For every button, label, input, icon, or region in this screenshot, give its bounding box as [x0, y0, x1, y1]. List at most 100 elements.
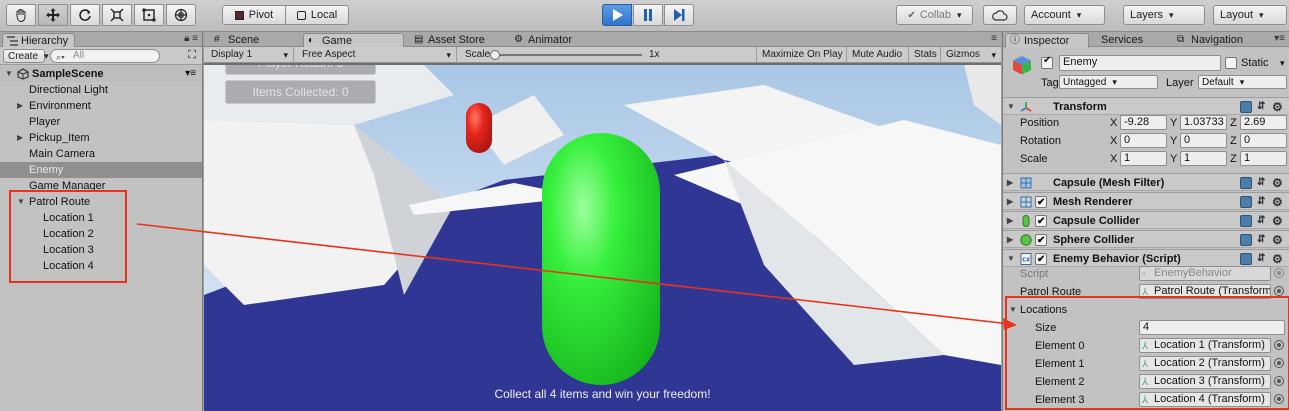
- expand-arrow-icon[interactable]: ▶: [17, 130, 23, 146]
- mesh-renderer-header[interactable]: ▶ Mesh Renderer ⇵ ⚙: [1003, 192, 1289, 212]
- tab-animator[interactable]: ⚙ Animator: [510, 33, 578, 48]
- help-book-icon[interactable]: [1240, 234, 1252, 246]
- expand-arrow-icon[interactable]: ▶: [1007, 231, 1013, 249]
- preset-sliders-icon[interactable]: ⇵: [1257, 215, 1269, 227]
- layout-dropdown[interactable]: Layout: [1213, 5, 1287, 25]
- hierarchy-item[interactable]: Directional Light: [0, 82, 202, 98]
- tag-dropdown[interactable]: Untagged: [1059, 75, 1158, 89]
- scale-slider-thumb[interactable]: [490, 50, 500, 60]
- help-book-icon[interactable]: [1240, 177, 1252, 189]
- tab-asset-store[interactable]: ▤ Asset Store: [410, 33, 491, 48]
- capsule-collider-header[interactable]: ▶ Capsule Collider ⇵ ⚙: [1003, 211, 1289, 231]
- aspect-dropdown[interactable]: Free Aspect: [297, 47, 457, 63]
- scale-tool-button[interactable]: [102, 4, 132, 26]
- axis-y-label[interactable]: Y: [1170, 132, 1177, 150]
- stats-toggle[interactable]: Stats: [909, 47, 941, 63]
- inspector-menu-icon[interactable]: ▾≡: [1274, 33, 1285, 44]
- scale-slider-track[interactable]: [494, 54, 642, 56]
- preset-sliders-icon[interactable]: ⇵: [1257, 177, 1269, 189]
- scale-z-field[interactable]: 1: [1240, 151, 1287, 166]
- axis-x-label[interactable]: X: [1110, 114, 1117, 132]
- tab-hierarchy[interactable]: Hierarchy: [2, 33, 76, 48]
- scene-row[interactable]: ▼ SampleScene ▾≡: [0, 66, 202, 82]
- tab-scene[interactable]: # Scene: [210, 33, 265, 48]
- hierarchy-item[interactable]: Enemy: [0, 162, 202, 178]
- gear-icon[interactable]: ⚙: [1272, 253, 1284, 265]
- gear-icon[interactable]: ⚙: [1272, 215, 1284, 227]
- hierarchy-item[interactable]: ▶ Pickup_Item: [0, 130, 202, 146]
- active-checkbox[interactable]: [1041, 55, 1053, 69]
- gear-icon[interactable]: ⚙: [1272, 101, 1284, 113]
- preset-sliders-icon[interactable]: ⇵: [1257, 234, 1269, 246]
- scale-y-field[interactable]: 1: [1180, 151, 1227, 166]
- hierarchy-item[interactable]: Main Camera: [0, 146, 202, 162]
- local-toggle-button[interactable]: Local: [285, 5, 349, 25]
- tab-inspector[interactable]: ⓘ Inspector: [1005, 33, 1089, 48]
- mute-audio-toggle[interactable]: Mute Audio: [847, 47, 909, 63]
- preset-sliders-icon[interactable]: ⇵: [1257, 101, 1269, 113]
- sphere-collider-enabled-checkbox[interactable]: [1035, 232, 1047, 250]
- help-book-icon[interactable]: [1240, 253, 1252, 265]
- game-viewport[interactable]: Player Health: 3 Items Collected: 0 Coll…: [204, 65, 1001, 411]
- rotate-tool-button[interactable]: [70, 4, 100, 26]
- position-y-field[interactable]: 1.03733: [1180, 115, 1227, 130]
- display-dropdown[interactable]: Display 1: [206, 47, 294, 63]
- position-z-field[interactable]: 2.69: [1240, 115, 1287, 130]
- gear-icon[interactable]: ⚙: [1272, 196, 1284, 208]
- object-picker-icon[interactable]: [1274, 286, 1284, 296]
- expand-arrow-icon[interactable]: ▶: [1007, 212, 1013, 230]
- cloud-button[interactable]: [983, 5, 1017, 25]
- create-dropdown[interactable]: Create: [3, 49, 45, 63]
- account-dropdown[interactable]: Account: [1024, 5, 1105, 25]
- axis-y-label[interactable]: Y: [1170, 150, 1177, 168]
- preset-sliders-icon[interactable]: ⇵: [1257, 253, 1269, 265]
- rect-tool-button[interactable]: [134, 4, 164, 26]
- hierarchy-item[interactable]: Player: [0, 114, 202, 130]
- layer-dropdown[interactable]: Default: [1198, 75, 1287, 89]
- help-book-icon[interactable]: [1240, 215, 1252, 227]
- position-x-field[interactable]: -9.28: [1120, 115, 1167, 130]
- scale-x-field[interactable]: 1: [1120, 151, 1167, 166]
- rotation-y-field[interactable]: 0: [1180, 133, 1227, 148]
- enemy-behavior-enabled-checkbox[interactable]: [1035, 251, 1047, 269]
- transform-header[interactable]: ▼ Transform ⇵ ⚙: [1003, 97, 1289, 115]
- scene-menu-icon[interactable]: ▾≡: [185, 66, 196, 82]
- help-book-icon[interactable]: [1240, 101, 1252, 113]
- axis-z-label[interactable]: Z: [1230, 132, 1237, 150]
- expand-arrow-icon[interactable]: ▶: [17, 98, 23, 114]
- static-dropdown-arrow-icon[interactable]: ▾: [1280, 55, 1285, 71]
- help-book-icon[interactable]: [1240, 196, 1252, 208]
- tab-navigation[interactable]: ⧉ Navigation: [1173, 33, 1249, 48]
- play-button[interactable]: [602, 4, 632, 26]
- mesh-filter-header[interactable]: ▶ Capsule (Mesh Filter) ⇵ ⚙: [1003, 173, 1289, 191]
- expand-arrow-icon[interactable]: ▼: [5, 66, 13, 82]
- capsule-collider-enabled-checkbox[interactable]: [1035, 213, 1047, 231]
- axis-x-label[interactable]: X: [1110, 150, 1117, 168]
- axis-y-label[interactable]: Y: [1170, 114, 1177, 132]
- step-button[interactable]: [664, 4, 694, 26]
- preset-sliders-icon[interactable]: ⇵: [1257, 196, 1269, 208]
- gear-icon[interactable]: ⚙: [1272, 177, 1284, 189]
- pause-button[interactable]: [633, 4, 663, 26]
- gear-icon[interactable]: ⚙: [1272, 234, 1284, 246]
- static-checkbox[interactable]: [1225, 57, 1237, 69]
- tab-services[interactable]: Services: [1083, 33, 1149, 48]
- axis-z-label[interactable]: Z: [1230, 114, 1237, 132]
- panel-menu-icon[interactable]: ≡: [991, 33, 997, 44]
- hand-tool-button[interactable]: [6, 4, 36, 26]
- expand-arrow-icon[interactable]: ▶: [1007, 193, 1013, 211]
- object-name-field[interactable]: Enemy: [1059, 55, 1221, 71]
- expand-arrow-icon[interactable]: ▶: [1007, 174, 1013, 192]
- sphere-collider-header[interactable]: ▶ Sphere Collider ⇵ ⚙: [1003, 230, 1289, 250]
- layers-dropdown[interactable]: Layers: [1123, 5, 1205, 25]
- gizmos-dropdown[interactable]: Gizmos: [941, 47, 1001, 63]
- maximize-on-play-toggle[interactable]: Maximize On Play: [757, 47, 847, 63]
- rotation-z-field[interactable]: 0: [1240, 133, 1287, 148]
- hierarchy-item[interactable]: ▶ Environment: [0, 98, 202, 114]
- axis-z-label[interactable]: Z: [1230, 150, 1237, 168]
- move-tool-button[interactable]: [38, 4, 68, 26]
- scene-visibility-icon[interactable]: ⛶: [188, 49, 196, 62]
- rotation-x-field[interactable]: 0: [1120, 133, 1167, 148]
- transform-tool-button[interactable]: [166, 4, 196, 26]
- pivot-toggle-button[interactable]: Pivot: [222, 5, 286, 25]
